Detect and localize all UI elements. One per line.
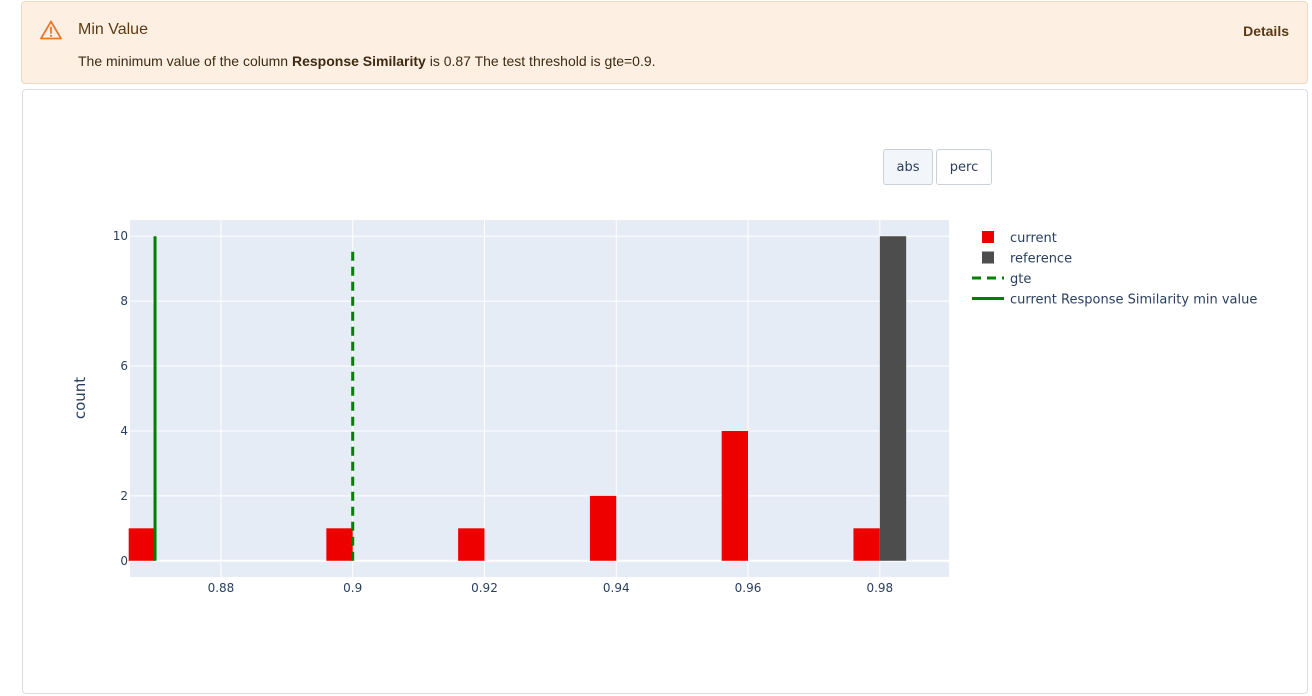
y-tick-label: 8: [120, 294, 128, 308]
current-bar[interactable]: [589, 495, 617, 561]
y-tick-label: 6: [120, 359, 128, 373]
reference-bar[interactable]: [879, 236, 907, 561]
y-axis-ticks: 0 2 4 6 8 10: [113, 229, 128, 568]
legend-label: current Response Similarity min value: [1010, 293, 1257, 308]
y-tick-label: 10: [113, 229, 128, 243]
current-bar[interactable]: [458, 528, 485, 561]
legend-label: gte: [1010, 272, 1031, 287]
y-tick-label: 0: [120, 554, 128, 568]
current-bar[interactable]: [721, 430, 749, 561]
x-tick-label: 0.92: [471, 581, 498, 595]
current-bar[interactable]: [326, 528, 353, 561]
x-tick-label: 0.88: [208, 581, 235, 595]
x-axis-ticks: 0.88 0.9 0.92 0.94 0.96 0.98: [208, 581, 894, 595]
y-tick-label: 2: [120, 489, 128, 503]
y-axis-label: count: [71, 377, 89, 419]
x-tick-label: 0.96: [735, 581, 762, 595]
y-tick-label: 4: [120, 424, 128, 438]
legend-swatch: [982, 251, 994, 264]
x-tick-label: 0.94: [603, 581, 630, 595]
current-bar[interactable]: [128, 528, 156, 561]
legend: current reference gte current Response Simi…: [972, 231, 1257, 308]
x-tick-label: 0.9: [343, 581, 362, 595]
plot-background: [130, 220, 949, 577]
x-tick-label: 0.98: [866, 581, 893, 595]
legend-label: reference: [1010, 252, 1072, 267]
legend-label: current: [1010, 231, 1057, 246]
legend-swatch: [982, 231, 994, 243]
histogram-chart: 0.88 0.9 0.92 0.94 0.96 0.98 0 2 4 6 8 10 count cu…: [71, 220, 1257, 595]
current-bar[interactable]: [853, 528, 880, 561]
